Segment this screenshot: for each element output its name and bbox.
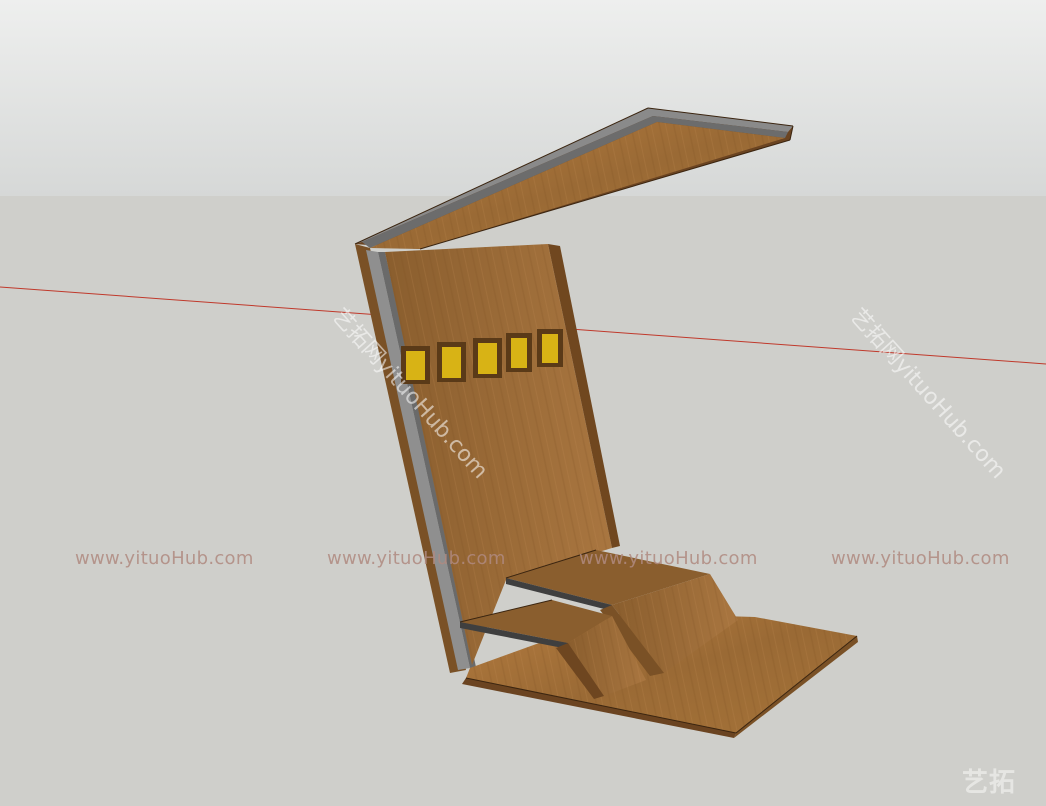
- window-2: [437, 342, 466, 382]
- watermark-text: www.yituoHub.com: [75, 548, 254, 569]
- watermark-text: www.yituoHub.com: [579, 548, 758, 569]
- watermark-logo: 艺拓: [962, 768, 1017, 798]
- window-3: [473, 338, 502, 378]
- window-4: [506, 333, 532, 372]
- window-5: [537, 329, 563, 367]
- 3d-viewport[interactable]: www.yituoHub.com www.yituoHub.com www.yi…: [0, 0, 1046, 802]
- watermark-text: www.yituoHub.com: [831, 548, 1010, 569]
- scene-canvas: [0, 0, 1046, 802]
- watermark-text: www.yituoHub.com: [327, 548, 506, 569]
